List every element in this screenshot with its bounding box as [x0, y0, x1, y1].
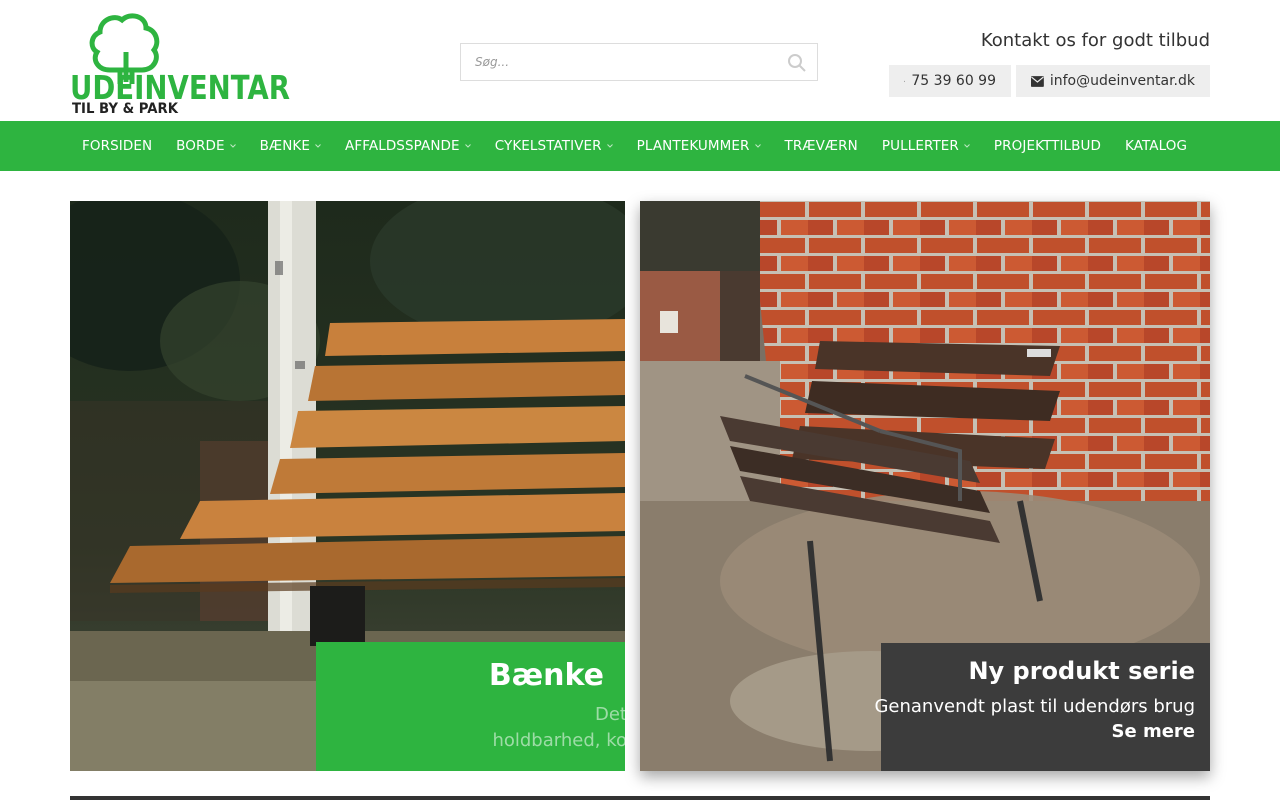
email-address: info@udeinventar.dk: [1049, 73, 1195, 89]
nav-item-katalog[interactable]: KATALOG: [1113, 121, 1199, 171]
phone-icon: [904, 80, 906, 82]
hero-subtitle: Genanvendt plast til udendørs brug: [874, 696, 1195, 717]
nav-label: BORDE: [176, 138, 225, 154]
chevron-down-icon: [464, 144, 471, 148]
hero-title: Ny produkt serie: [968, 657, 1195, 685]
nav-label: KATALOG: [1124, 138, 1188, 154]
chevron-down-icon: [754, 144, 761, 148]
chevron-down-icon: [606, 144, 613, 148]
nav-item-projekttilbud[interactable]: PROJEKTTILBUD: [982, 121, 1113, 171]
hero-caption-benches: Bænke Det holdbarhed, ko: [316, 642, 625, 771]
nav-item-traevaern[interactable]: TRÆVÆRN: [773, 121, 870, 171]
chevron-down-icon: [964, 144, 970, 148]
nav-item-forsiden[interactable]: FORSIDEN: [70, 121, 164, 171]
nav-label: PULLERTER: [881, 138, 959, 154]
search-icon[interactable]: [787, 53, 807, 73]
nav-label: FORSIDEN: [82, 138, 153, 154]
nav-label: TRÆVÆRN: [784, 138, 858, 154]
hero-caption-new-series: Ny produkt serie Genanvendt plast til ud…: [874, 643, 1210, 771]
chevron-down-icon: [229, 144, 236, 148]
logo-tagline: TIL BY & PARK: [72, 101, 179, 115]
see-more-link[interactable]: Se mere: [1112, 721, 1196, 742]
hero-title: Bænke: [488, 658, 604, 693]
envelope-icon: [1031, 75, 1044, 87]
nav-label: AFFALDSSPANDE: [345, 138, 460, 154]
nav-list: FORSIDEN BORDE BÆNKE AFFALDSSPANDE CYKEL…: [0, 121, 1280, 171]
nav-label: PLANTEKUMMER: [636, 138, 750, 154]
nav-item-affaldsspande[interactable]: AFFALDSSPANDE: [333, 121, 483, 171]
hero-text-line-1: Det: [595, 704, 625, 725]
nav-label: BÆNKE: [259, 138, 311, 154]
chevron-down-icon: [315, 144, 321, 148]
nav-label: PROJEKTTILBUD: [993, 138, 1101, 154]
hero-banner-new-series[interactable]: Ny produkt serie Genanvendt plast til ud…: [640, 201, 1210, 771]
phone-button[interactable]: 75 39 60 99: [889, 65, 1011, 97]
phone-number: 75 39 60 99: [911, 73, 996, 89]
nav-item-baenke[interactable]: BÆNKE: [248, 121, 333, 171]
hero-banner-benches[interactable]: Bænke Det holdbarhed, ko: [70, 201, 625, 771]
nav-label: CYKELSTATIVER: [494, 138, 602, 154]
nav-item-pullerter[interactable]: PULLERTER: [870, 121, 982, 171]
email-button[interactable]: info@udeinventar.dk: [1016, 65, 1210, 97]
nav-item-borde[interactable]: BORDE: [164, 121, 247, 171]
hero-text-line-2: holdbarhed, ko: [492, 730, 625, 751]
nav-item-plantekummer[interactable]: PLANTEKUMMER: [625, 121, 773, 171]
nav-item-cykelstativer[interactable]: CYKELSTATIVER: [483, 121, 625, 171]
search-input[interactable]: [461, 44, 775, 80]
search-box: [460, 43, 818, 81]
site-header: UDEINVENTAR TIL BY & PARK Kontakt os for…: [0, 0, 1280, 121]
hero-text: Det holdbarhed, ko: [492, 702, 625, 754]
site-logo[interactable]: UDEINVENTAR TIL BY & PARK: [70, 12, 292, 115]
main-navigation: FORSIDEN BORDE BÆNKE AFFALDSSPANDE CYKEL…: [0, 121, 1280, 171]
contact-heading: Kontakt os for godt tilbud: [980, 30, 1210, 51]
footer-strip: [70, 796, 1210, 800]
